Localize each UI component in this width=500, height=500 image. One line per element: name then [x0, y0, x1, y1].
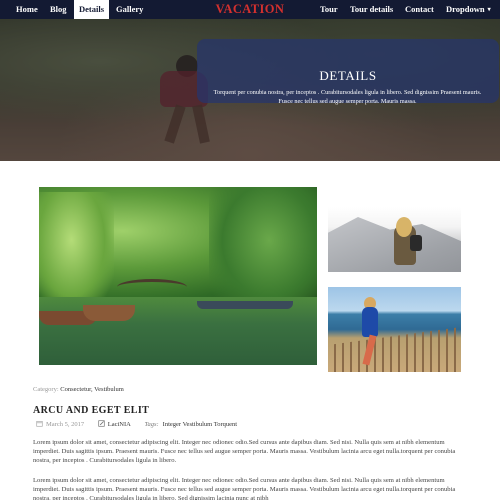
post-category: Category: Consectetur, Vestibulum [33, 386, 124, 393]
river-boats-photo[interactable] [39, 187, 317, 365]
edit-icon [98, 420, 105, 427]
tags-label: Tags: [144, 421, 159, 428]
seaside-girl-photo[interactable] [328, 287, 461, 372]
hero-title: DETAILS [319, 68, 377, 83]
nav-link-gallery[interactable]: Gallery [116, 0, 143, 19]
chevron-down-icon: ▾ [487, 7, 491, 13]
post-tags[interactable]: Integer Vestibulum Torquent [163, 421, 237, 428]
brand-logo[interactable]: VACATION [216, 2, 285, 16]
post-date: March 5, 2017 [46, 421, 85, 428]
nav-link-blog[interactable]: Blog [50, 0, 67, 19]
nav-dropdown[interactable]: Dropdown ▾ [446, 0, 491, 19]
post-paragraph: Lorem ipsum dolor sit amet, consectetur … [33, 477, 456, 500]
nav-link-tour-details[interactable]: Tour details [350, 0, 393, 19]
nav-link-contact[interactable]: Contact [405, 0, 434, 19]
nav-link-home[interactable]: Home [16, 0, 38, 19]
nav-link-tour[interactable]: Tour [320, 0, 338, 19]
hero-text: Torquent per conubia nostra, per incepto… [213, 89, 482, 105]
post-title[interactable]: ARCU AND EGET ELIT [33, 405, 149, 416]
nav-dropdown-label: Dropdown [446, 4, 485, 14]
nav-link-details[interactable]: Details [74, 0, 110, 19]
top-navbar: Home Blog Details Gallery VACATION Tour … [0, 0, 500, 19]
category-tags[interactable]: Consectetur, Vestibulum [60, 386, 124, 393]
post-paragraph: Lorem ipsum dolor sit amet, consectetur … [33, 439, 456, 464]
calendar-icon [36, 421, 43, 427]
post-author[interactable]: LaciNIA [108, 421, 131, 428]
category-label: Category: [33, 386, 59, 393]
rock-traveler-photo[interactable] [328, 207, 461, 272]
post-meta: March 5, 2017 LaciNIA Tags: Integer Vesti… [36, 420, 237, 428]
